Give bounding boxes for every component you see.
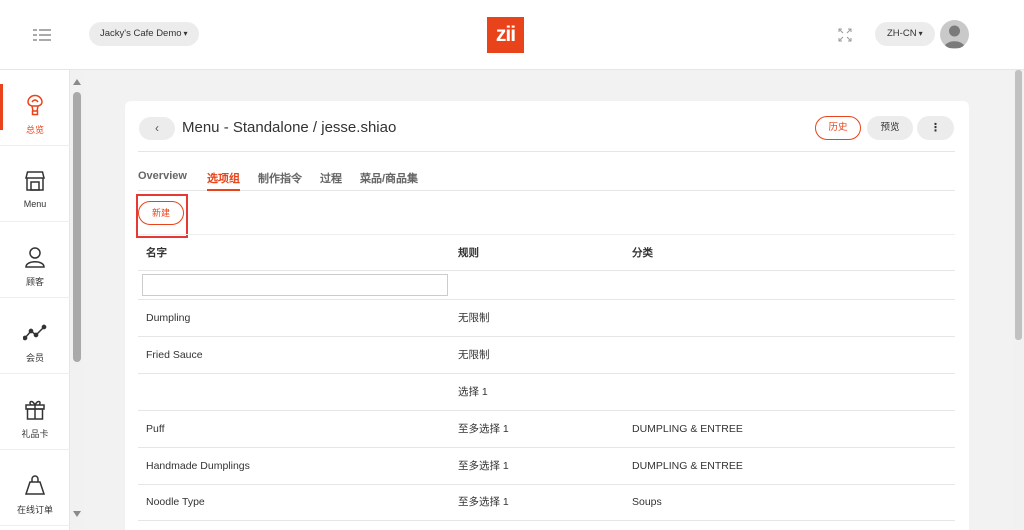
cell-name: Fried Sauce (146, 349, 203, 361)
scroll-up-arrow-icon[interactable] (73, 79, 81, 85)
table-header: 名字 规则 分类 (138, 234, 955, 271)
title-divider (138, 151, 955, 152)
sidebar-item-label: 顾客 (25, 277, 44, 287)
avatar-person-icon (944, 25, 965, 48)
tab-item-collections[interactable]: 菜品/商品集 (360, 170, 418, 191)
cell-name: Noodle Type (146, 496, 205, 508)
table-row[interactable]: Dumpling 无限制 (138, 300, 955, 337)
tab-overview[interactable]: Overview (138, 170, 187, 191)
column-header-name[interactable]: 名字 (146, 235, 167, 271)
cell-category: DUMPLING & ENTREE (632, 460, 743, 472)
page-scroll-thumb[interactable] (1015, 70, 1022, 340)
sidebar-item-label: Menu (23, 199, 47, 209)
tab-prep-instructions[interactable]: 制作指令 (258, 170, 302, 191)
table-row[interactable]: Noodle Type 至多选择 1 Soups (138, 484, 955, 521)
cell-rule: 无限制 (458, 312, 490, 324)
sidebar-item-gift-cards[interactable]: 礼品卡 (0, 374, 70, 450)
tab-bar: Overview 选项组 制作指令 过程 菜品/商品集 (138, 168, 955, 191)
sidebar-item-online-orders[interactable]: 在线订单 (0, 450, 70, 526)
tab-option-groups[interactable]: 选项组 (207, 170, 240, 191)
sidebar-scrollbar[interactable] (70, 70, 84, 530)
cell-rule: 至多选择 1 (458, 496, 509, 508)
cell-name: Puff (146, 423, 165, 435)
zii-logo: zii (487, 17, 524, 53)
filter-row (138, 271, 955, 300)
back-button[interactable]: ‹ (139, 117, 175, 140)
column-header-rule[interactable]: 规则 (458, 235, 479, 271)
name-filter-input[interactable] (142, 274, 448, 296)
store-selector[interactable]: Jacky's Cafe Demo (89, 22, 199, 46)
menu-card: ‹ Menu - Standalone / jesse.shiao 历史 预览 … (125, 101, 969, 530)
top-bar: Jacky's Cafe Demo zii ZH-CN (0, 0, 1024, 70)
page-scrollbar[interactable] (1013, 70, 1024, 530)
cell-category: DUMPLING & ENTREE (632, 423, 743, 435)
sidebar-item-label: 会员 (25, 353, 44, 363)
more-options-button[interactable]: ⋮ (917, 116, 954, 140)
trend-chart-icon (23, 324, 47, 341)
table-row[interactable]: Puff 至多选择 1 DUMPLING & ENTREE (138, 411, 955, 448)
sidebar-item-label: 总览 (25, 125, 44, 135)
language-selector[interactable]: ZH-CN (875, 22, 935, 46)
cell-name: Handmade Dumplings (146, 460, 250, 472)
sidebar-item-label: 在线订单 (16, 505, 53, 515)
sidebar-item-customers[interactable]: 顾客 (0, 222, 70, 298)
sidebar: 总览 Menu 顾客 会员 礼品卡 在线订单 (0, 70, 70, 530)
table-row[interactable]: Handmade Dumplings 至多选择 1 DUMPLING & ENT… (138, 448, 955, 485)
column-header-category[interactable]: 分类 (632, 235, 653, 271)
table-row[interactable]: 选择 1 (138, 374, 955, 411)
menu-toggle-icon[interactable] (33, 28, 51, 42)
user-avatar[interactable] (940, 20, 969, 49)
highlight-box (136, 194, 188, 238)
gift-icon (25, 400, 45, 420)
sidebar-item-label: 礼品卡 (21, 429, 49, 439)
cell-name: Dumpling (146, 312, 191, 324)
cell-rule: 选择 1 (458, 386, 488, 398)
history-button[interactable]: 历史 (815, 116, 861, 140)
fullscreen-icon[interactable] (838, 28, 852, 42)
page-title: Menu - Standalone / jesse.shiao (182, 119, 397, 136)
scroll-down-arrow-icon[interactable] (73, 511, 81, 517)
tab-process[interactable]: 过程 (320, 170, 342, 191)
storefront-icon (25, 171, 45, 191)
sidebar-scroll-thumb[interactable] (73, 92, 81, 362)
cell-rule: 至多选择 1 (458, 460, 509, 472)
cell-rule: 至多选择 1 (458, 423, 509, 435)
table-row[interactable]: Fried Sauce 无限制 (138, 337, 955, 374)
shopping-bag-icon (24, 475, 46, 495)
sidebar-item-overview[interactable]: 总览 (0, 70, 70, 146)
preview-button[interactable]: 预览 (867, 116, 913, 140)
cell-category: Soups (632, 496, 662, 508)
balloon-icon (27, 94, 43, 116)
sidebar-item-menu[interactable]: Menu (0, 146, 70, 222)
user-icon (25, 247, 45, 268)
sidebar-item-members[interactable]: 会员 (0, 298, 70, 374)
cell-rule: 无限制 (458, 349, 490, 361)
